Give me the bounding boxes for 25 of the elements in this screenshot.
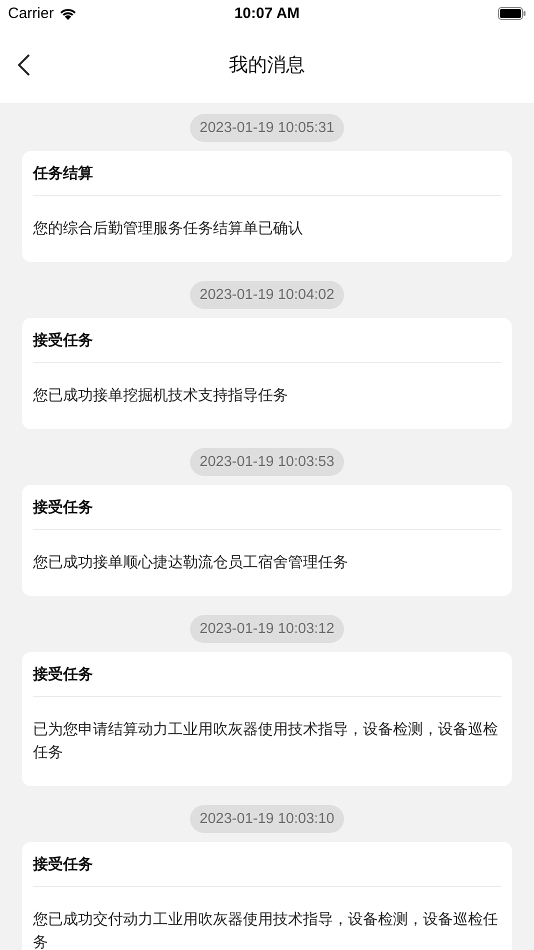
message-body: 您已成功接单顺心捷达勒流仓员工宿舍管理任务 xyxy=(33,552,349,573)
message-timestamp: 2023-01-19 10:05:31 xyxy=(190,114,344,142)
message-timestamp: 2023-01-19 10:04:02 xyxy=(190,281,344,309)
page-title: 我的消息 xyxy=(229,54,305,76)
message-title: 接受任务 xyxy=(33,842,501,887)
message-body: 您已成功交付动力工业用吹灰器使用技术指导，设备检测，设备巡检任务 xyxy=(33,909,499,950)
message-title: 任务结算 xyxy=(33,151,501,196)
message-card[interactable]: 接受任务 您已成功接单顺心捷达勒流仓员工宿舍管理任务 xyxy=(22,485,512,596)
message-title: 接受任务 xyxy=(33,485,501,530)
battery-icon xyxy=(498,7,526,20)
message-body: 已为您申请结算动力工业用吹灰器使用技术指导，设备检测，设备巡检任务 xyxy=(33,719,499,763)
message-title: 接受任务 xyxy=(33,318,501,363)
message-timestamp: 2023-01-19 10:03:12 xyxy=(190,615,344,643)
message-body: 您的综合后勤管理服务任务结算单已确认 xyxy=(33,218,304,239)
message-title: 接受任务 xyxy=(33,652,501,697)
message-timestamp: 2023-01-19 10:03:53 xyxy=(190,448,344,476)
message-card[interactable]: 接受任务 已为您申请结算动力工业用吹灰器使用技术指导，设备检测，设备巡检任务 xyxy=(22,652,512,786)
message-body: 您已成功接单挖掘机技术支持指导任务 xyxy=(33,385,289,406)
clock-time: 10:07 AM xyxy=(234,5,300,22)
message-card[interactable]: 接受任务 您已成功接单挖掘机技术支持指导任务 xyxy=(22,318,512,429)
message-card[interactable]: 任务结算 您的综合后勤管理服务任务结算单已确认 xyxy=(22,151,512,262)
message-timestamp: 2023-01-19 10:03:10 xyxy=(190,805,344,833)
wifi-icon xyxy=(58,7,77,20)
message-card[interactable]: 接受任务 您已成功交付动力工业用吹灰器使用技术指导，设备检测，设备巡检任务 xyxy=(22,842,512,950)
carrier-name: Carrier xyxy=(8,5,54,22)
